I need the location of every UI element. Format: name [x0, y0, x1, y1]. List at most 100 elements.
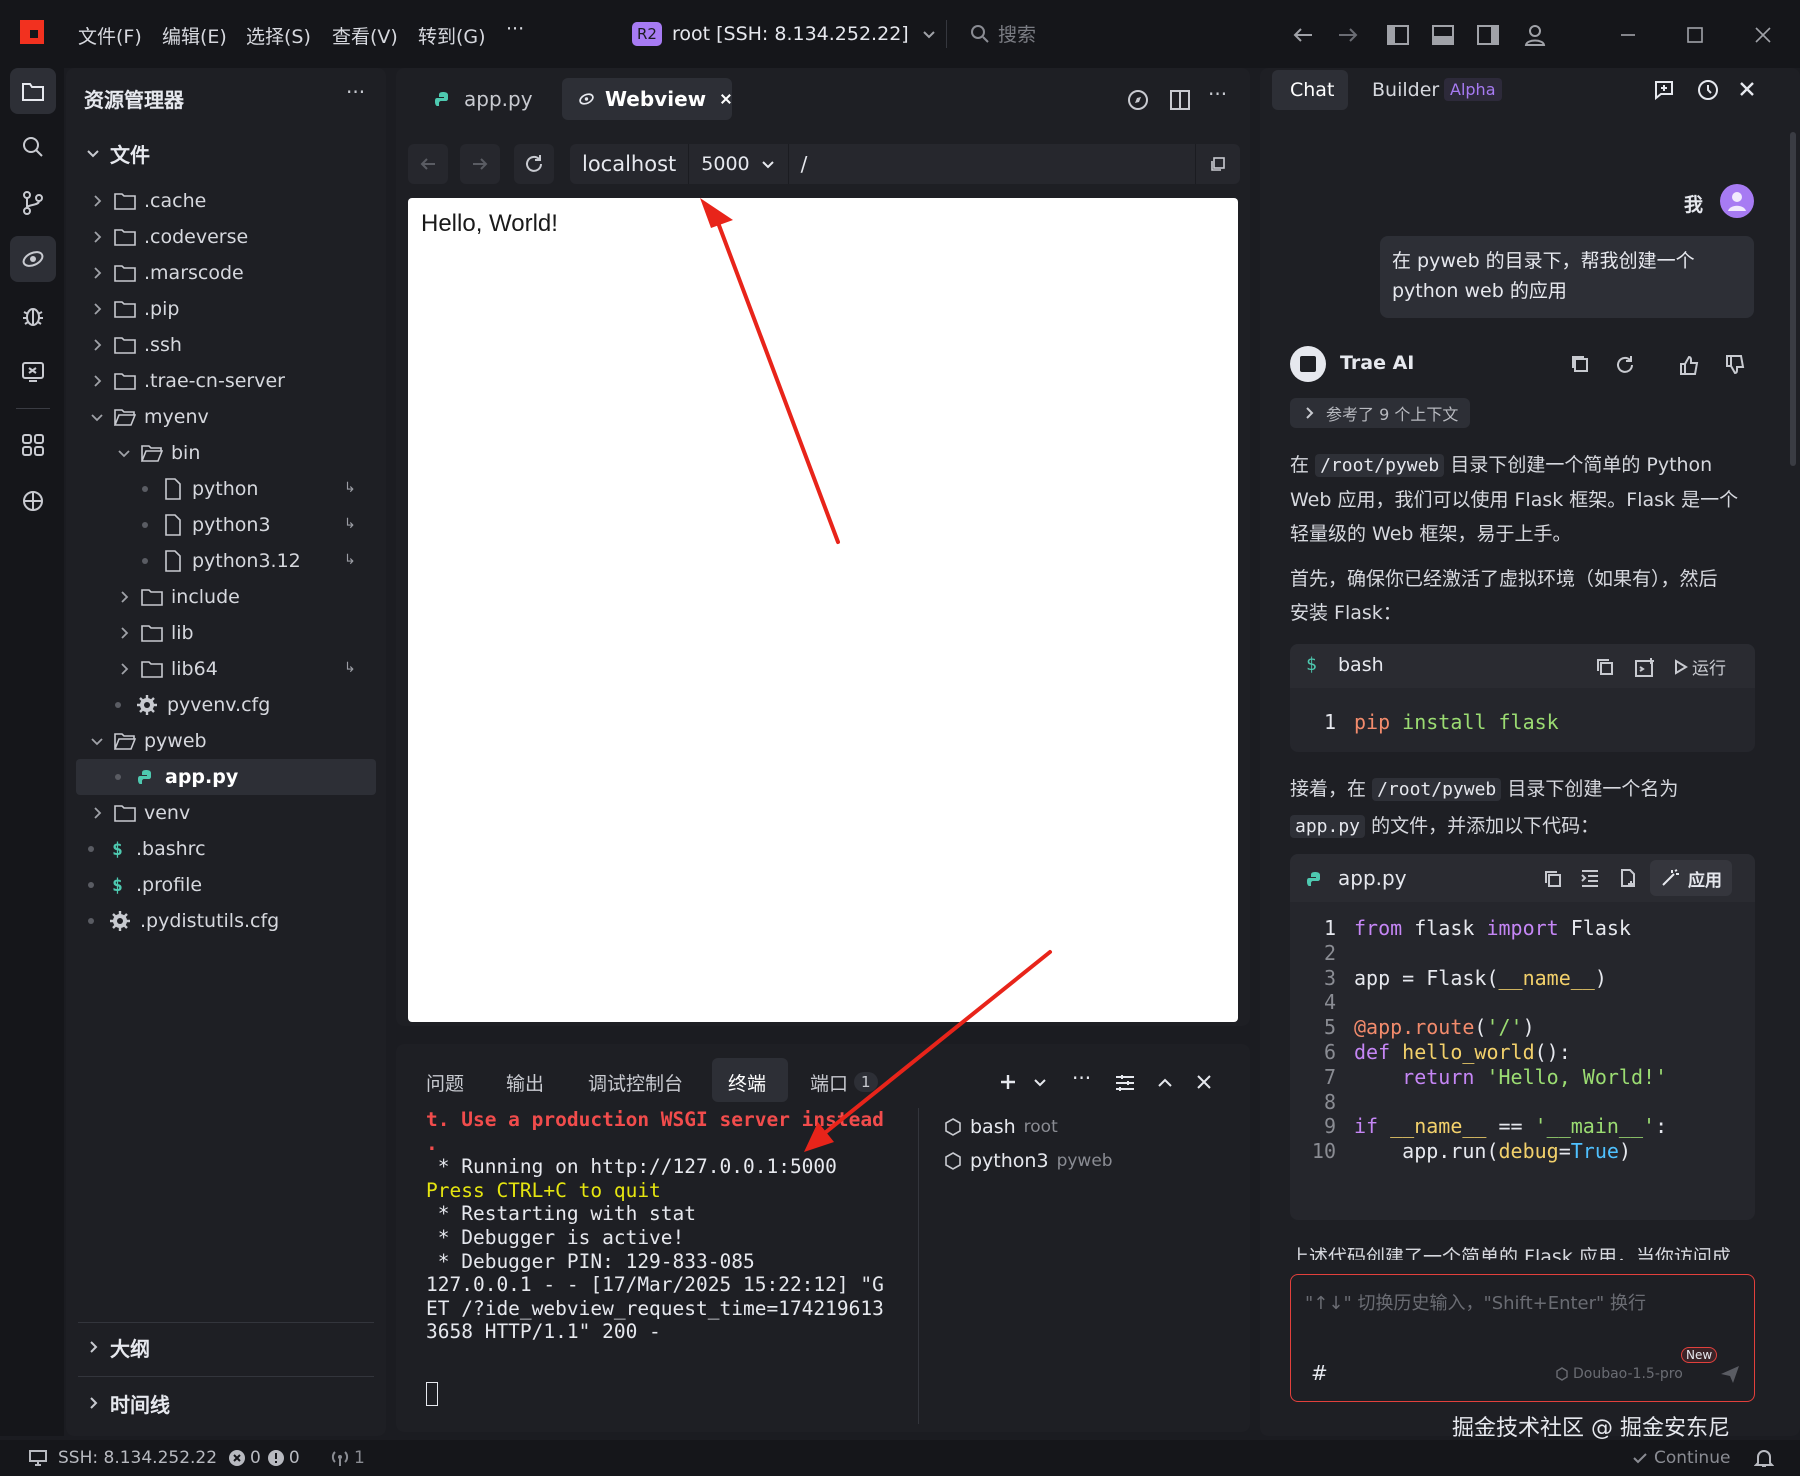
- menu-file[interactable]: 文件(F): [78, 22, 142, 49]
- terminal-session-item[interactable]: bash root: [944, 1116, 1058, 1138]
- remote-window-activity[interactable]: [10, 348, 56, 394]
- terminal-session-item[interactable]: python3 pyweb: [944, 1150, 1113, 1172]
- tree-folder[interactable]: pyweb: [88, 724, 207, 758]
- tree-folder[interactable]: lib: [115, 616, 194, 650]
- tree-file[interactable]: $ .profile: [88, 868, 202, 902]
- tree-file[interactable]: python3: [142, 508, 271, 542]
- ports-status[interactable]: 1: [330, 1448, 365, 1468]
- tree-folder[interactable]: venv: [88, 796, 190, 830]
- close-chat-icon[interactable]: [1738, 80, 1756, 98]
- editor-more-button[interactable]: ···: [1208, 82, 1227, 106]
- tree-folder[interactable]: .pip: [88, 292, 179, 326]
- tab-terminal[interactable]: 终端: [728, 1062, 766, 1102]
- chevron-down-icon[interactable]: [760, 156, 776, 172]
- tab-chat[interactable]: Chat: [1290, 79, 1334, 101]
- tree-folder[interactable]: bin: [115, 436, 200, 470]
- source-control-activity[interactable]: [10, 180, 56, 226]
- browser-reload-button[interactable]: [514, 144, 554, 184]
- remote-connection-button[interactable]: R2 root [SSH: 8.134.252.22]: [632, 18, 937, 50]
- toggle-sidebar-icon[interactable]: [1385, 22, 1411, 48]
- continue-status[interactable]: Continue: [1632, 1448, 1730, 1468]
- tab-output[interactable]: 输出: [506, 1062, 544, 1102]
- section-files[interactable]: 文件: [84, 136, 150, 170]
- tab-problems[interactable]: 问题: [426, 1062, 464, 1102]
- insert-code-icon[interactable]: [1580, 868, 1600, 888]
- close-panel-icon[interactable]: [1196, 1074, 1212, 1090]
- search-activity[interactable]: [10, 124, 56, 170]
- tree-file[interactable]: app.py: [115, 760, 238, 794]
- scrollbar[interactable]: [1790, 132, 1796, 466]
- tab-debug-console[interactable]: 调试控制台: [588, 1062, 683, 1102]
- url-path[interactable]: /: [789, 152, 820, 176]
- tab-webview[interactable]: Webview: [562, 78, 732, 120]
- copy-icon[interactable]: [1596, 658, 1614, 676]
- compass-icon[interactable]: [1126, 88, 1150, 112]
- insert-terminal-icon[interactable]: [1634, 656, 1656, 678]
- history-icon[interactable]: [1696, 78, 1720, 102]
- new-terminal-icon[interactable]: [998, 1072, 1018, 1092]
- chevron-down-icon[interactable]: [1032, 1074, 1048, 1090]
- copy-icon[interactable]: [1544, 870, 1562, 888]
- tree-file[interactable]: pyvenv.cfg: [115, 688, 270, 722]
- tree-folder[interactable]: include: [115, 580, 240, 614]
- tree-file[interactable]: python: [142, 472, 258, 506]
- tree-folder[interactable]: .trae-cn-server: [88, 364, 285, 398]
- new-chat-icon[interactable]: [1652, 78, 1676, 102]
- context-reference[interactable]: 参考了 9 个上下文: [1290, 398, 1471, 428]
- close-window-icon[interactable]: [1750, 22, 1776, 48]
- panel-more-button[interactable]: ···: [1072, 1066, 1091, 1090]
- tree-folder[interactable]: .cache: [88, 184, 206, 218]
- thumbs-up-icon[interactable]: [1678, 354, 1700, 376]
- context-hash-button[interactable]: #: [1311, 1361, 1328, 1385]
- browser-forward-button[interactable]: [460, 144, 500, 184]
- remote-status[interactable]: SSH: 8.134.252.22: [28, 1448, 217, 1468]
- address-bar[interactable]: localhost 5000 /: [570, 144, 1240, 184]
- url-port[interactable]: 5000: [689, 153, 759, 175]
- account-icon[interactable]: [1522, 22, 1548, 48]
- tab-ports[interactable]: 端口 1: [810, 1062, 878, 1102]
- webview-content[interactable]: Hello, World!: [408, 198, 1238, 1022]
- extensions-activity[interactable]: [10, 422, 56, 468]
- browser-back-button[interactable]: [408, 144, 448, 184]
- thumbs-down-icon[interactable]: [1724, 354, 1746, 376]
- copy-icon[interactable]: [1570, 354, 1590, 374]
- explorer-activity[interactable]: [10, 68, 56, 114]
- new-file-icon[interactable]: [1618, 868, 1638, 888]
- tree-folder[interactable]: .marscode: [88, 256, 244, 290]
- apply-button[interactable]: 应用: [1650, 860, 1732, 896]
- toggle-secondary-sidebar-icon[interactable]: [1475, 22, 1501, 48]
- minimize-icon[interactable]: [1615, 22, 1641, 48]
- chevron-up-icon[interactable]: [1156, 1074, 1174, 1092]
- model-selector[interactable]: Doubao-1.5-pro: [1555, 1361, 1683, 1387]
- tree-folder[interactable]: myenv: [88, 400, 209, 434]
- toggle-panel-icon[interactable]: [1430, 22, 1456, 48]
- back-arrow-icon[interactable]: [1290, 22, 1316, 48]
- terminal-settings-icon[interactable]: [1114, 1072, 1136, 1094]
- chat-input[interactable]: "↑↓" 切换历史输入，"Shift+Enter" 换行 # Doubao-1.…: [1290, 1274, 1755, 1402]
- split-editor-icon[interactable]: [1168, 88, 1192, 112]
- section-outline[interactable]: 大纲: [84, 1330, 150, 1364]
- tree-file[interactable]: python3.12: [142, 544, 301, 578]
- tab-app-py[interactable]: app.py: [406, 78, 552, 120]
- tree-folder[interactable]: lib64: [115, 652, 218, 686]
- menu-more[interactable]: ···: [506, 18, 524, 40]
- problems-status[interactable]: 0 0: [228, 1448, 300, 1468]
- remote-activity[interactable]: [10, 236, 56, 282]
- search-box[interactable]: 搜索: [970, 20, 1036, 47]
- send-icon[interactable]: [1719, 1363, 1741, 1385]
- run-button[interactable]: 运行: [1674, 654, 1726, 679]
- menu-select[interactable]: 选择(S): [246, 22, 311, 49]
- open-external-icon[interactable]: [1210, 156, 1226, 172]
- maximize-icon[interactable]: [1682, 22, 1708, 48]
- url-host[interactable]: localhost: [570, 152, 688, 176]
- menu-view[interactable]: 查看(V): [332, 22, 398, 49]
- ai-activity[interactable]: [10, 478, 56, 524]
- tab-builder[interactable]: Builder: [1372, 79, 1439, 101]
- forward-arrow-icon[interactable]: [1335, 22, 1361, 48]
- menu-edit[interactable]: 编辑(E): [162, 22, 227, 49]
- explorer-more-button[interactable]: ···: [346, 80, 365, 104]
- bell-icon[interactable]: [1754, 1448, 1774, 1468]
- tree-folder[interactable]: .ssh: [88, 328, 182, 362]
- regenerate-icon[interactable]: [1614, 354, 1636, 376]
- tree-folder[interactable]: .codeverse: [88, 220, 248, 254]
